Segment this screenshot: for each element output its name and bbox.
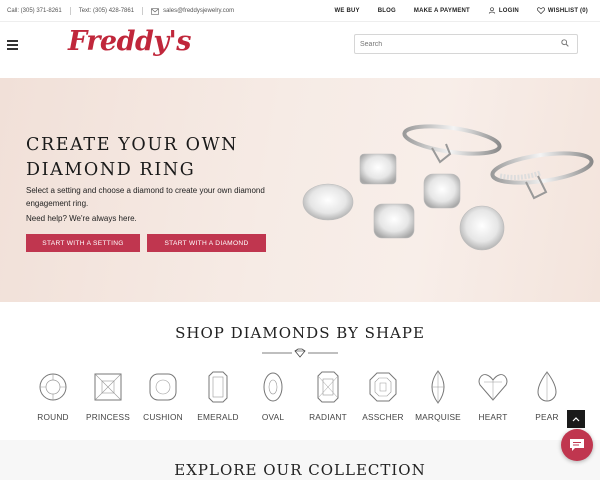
shape-round[interactable]: ROUND [25, 370, 81, 430]
shape-label: HEART [478, 412, 508, 422]
call-link[interactable]: Call: (305) 371-8261 [7, 7, 71, 15]
text-link[interactable]: Text: (305) 428-7861 [71, 7, 144, 15]
heart-diamond-icon [478, 374, 508, 401]
chat-icon [570, 439, 584, 451]
nav-make-payment[interactable]: MAKE A PAYMENT [414, 7, 470, 14]
heart-icon [536, 7, 545, 14]
wishlist-label: WISHLIST (0) [547, 7, 588, 14]
cushion-diamond-icon [149, 373, 177, 401]
login-label: LOGIN [498, 7, 519, 14]
search-icon[interactable] [561, 39, 569, 47]
hero-title: CREATE YOUR OWN DIAMOND RING [26, 133, 286, 183]
nav-wishlist[interactable]: WISHLIST (0) [536, 7, 588, 14]
contact-info: Call: (305) 371-8261 Text: (305) 428-786… [7, 7, 242, 15]
shop-by-shape-title: SHOP DIAMONDS BY SHAPE [175, 324, 425, 342]
diamond-divider-icon [262, 348, 338, 358]
hero-description: Select a setting and choose a diamond to… [26, 186, 265, 208]
chevron-up-icon [572, 417, 580, 422]
shape-label: PRINCESS [85, 412, 131, 422]
chat-button[interactable] [561, 429, 593, 461]
shape-cushion[interactable]: CUSHION [135, 370, 191, 430]
shape-label: ROUND [37, 412, 69, 422]
hero-title-line1: CREATE YOUR OWN [26, 135, 239, 155]
asscher-diamond-icon [369, 372, 397, 402]
shape-asscher[interactable]: ASSCHER [355, 370, 411, 430]
nav-login[interactable]: LOGIN [488, 7, 519, 14]
hero-help-text: Need help? We're always here. [26, 214, 137, 223]
shape-label: OVAL [261, 412, 285, 422]
hero-title-line2: DIAMOND RING [26, 160, 196, 180]
shape-label: MARQUISE [415, 412, 461, 422]
princess-diamond-icon [94, 373, 122, 401]
top-utility-bar: Call: (305) 371-8261 Text: (305) 428-786… [0, 0, 600, 22]
emerald-diamond-icon [208, 371, 228, 403]
pear-diamond-icon [537, 371, 557, 402]
round-diamond-icon [39, 373, 67, 401]
shape-princess[interactable]: PRINCESS [80, 370, 136, 430]
shape-oval[interactable]: OVAL [245, 370, 301, 430]
logo[interactable]: Freddy's [68, 26, 192, 57]
nav-we-buy[interactable]: WE BUY [335, 7, 360, 14]
site-header: Freddy's [0, 22, 600, 78]
shape-radiant[interactable]: RADIANT [300, 370, 356, 430]
oval-diamond-icon [263, 372, 283, 402]
rings-and-diamonds-image [302, 124, 594, 251]
shape-label: ASSCHER [362, 412, 404, 422]
envelope-icon [151, 7, 159, 15]
shape-label: EMERALD [197, 412, 239, 422]
shape-emerald[interactable]: EMERALD [190, 370, 246, 430]
shape-heart[interactable]: HEART [465, 370, 521, 430]
shape-label: CUSHION [143, 412, 183, 422]
collection-title: EXPLORE OUR COLLECTION [174, 461, 426, 479]
search-input[interactable] [354, 34, 578, 54]
user-icon [488, 7, 496, 14]
shape-marquise[interactable]: MARQUISE [410, 370, 466, 430]
radiant-diamond-icon [317, 371, 339, 403]
nav-blog[interactable]: BLOG [378, 7, 396, 14]
marquise-diamond-icon [431, 370, 445, 404]
start-with-diamond-button[interactable]: START WITH A DIAMOND [147, 234, 266, 252]
email-link[interactable]: sales@freddysjewelry.com [143, 7, 242, 15]
hero-banner: CREATE YOUR OWN DIAMOND RING Select a se… [0, 78, 600, 302]
start-with-setting-button[interactable]: START WITH A SETTING [26, 234, 140, 252]
shape-label: RADIANT [309, 412, 347, 422]
email-text: sales@freddysjewelry.com [163, 8, 235, 14]
utility-nav: WE BUY BLOG MAKE A PAYMENT LOGIN WISHLIS… [335, 7, 588, 14]
scroll-to-top-button[interactable] [567, 410, 585, 428]
menu-icon[interactable] [7, 40, 18, 50]
